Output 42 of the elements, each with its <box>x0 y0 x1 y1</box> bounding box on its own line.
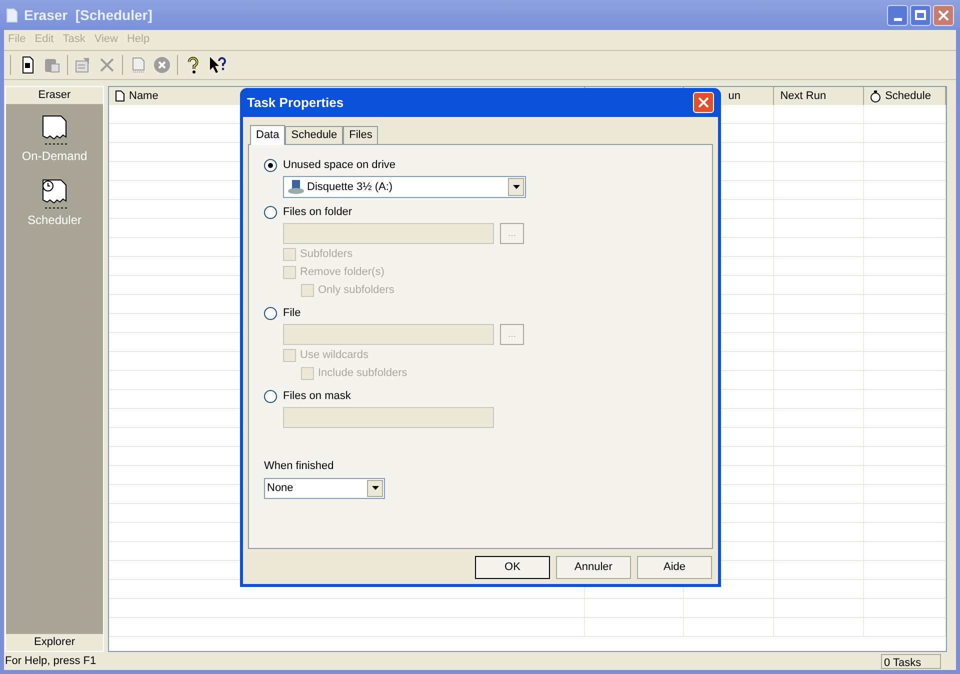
radio-button[interactable] <box>264 390 277 402</box>
help-pointer-icon[interactable] <box>208 56 226 74</box>
checkbox-label: Only subfolders <box>318 282 394 298</box>
floppy-drive-icon <box>287 179 305 195</box>
radio-label: Files on folder <box>283 204 352 220</box>
when-finished-label: When finished <box>264 459 335 474</box>
radio-label: File <box>283 306 301 321</box>
close-icon <box>698 97 709 108</box>
drive-dropdown[interactable]: Disquette 3½ (A:) <box>283 176 526 198</box>
radio-button[interactable] <box>264 158 277 172</box>
tab[interactable]: Schedule <box>285 126 344 144</box>
dialog-title: Task Properties <box>247 94 344 112</box>
status-text: For Help, press F1 <box>5 654 98 669</box>
task-count: 0 Tasks <box>881 654 941 668</box>
tab[interactable]: Files <box>343 126 378 144</box>
radio-button[interactable] <box>264 306 277 320</box>
column-header[interactable]: Schedule <box>864 87 946 105</box>
checkbox-label: Remove folder(s) <box>300 264 384 280</box>
dialog-button[interactable]: Aide <box>637 556 712 579</box>
radio-button[interactable] <box>264 206 277 218</box>
window-title: Eraser [Scheduler] <box>24 6 152 25</box>
checkbox-label: Subfolders <box>300 246 353 262</box>
dialog-button[interactable]: Annuler <box>556 556 631 579</box>
sidebar-header[interactable]: Eraser <box>6 87 103 105</box>
document-icon <box>6 8 18 22</box>
when-finished-dropdown[interactable]: None <box>264 478 385 498</box>
checkbox-label: Use wildcards <box>300 348 368 363</box>
close-button[interactable] <box>933 4 954 26</box>
dialog-button[interactable]: OK <box>475 556 550 579</box>
close-button[interactable] <box>693 92 714 113</box>
dropdown-value: Disquette 3½ (A:) <box>307 180 394 195</box>
column-header[interactable]: Next Run <box>774 87 864 105</box>
radio-label: Unused space on drive <box>283 158 396 173</box>
close-icon <box>938 10 949 20</box>
tab[interactable]: Data <box>250 125 286 145</box>
file-icon <box>115 90 125 102</box>
radio-label: Files on mask <box>283 388 351 404</box>
maximize-button[interactable] <box>910 4 931 26</box>
checkbox-label: Include subfolders <box>318 366 408 381</box>
sidebar-footer[interactable]: Explorer <box>6 633 103 651</box>
minimize-button[interactable] <box>887 4 908 26</box>
stopwatch-icon <box>870 90 882 102</box>
